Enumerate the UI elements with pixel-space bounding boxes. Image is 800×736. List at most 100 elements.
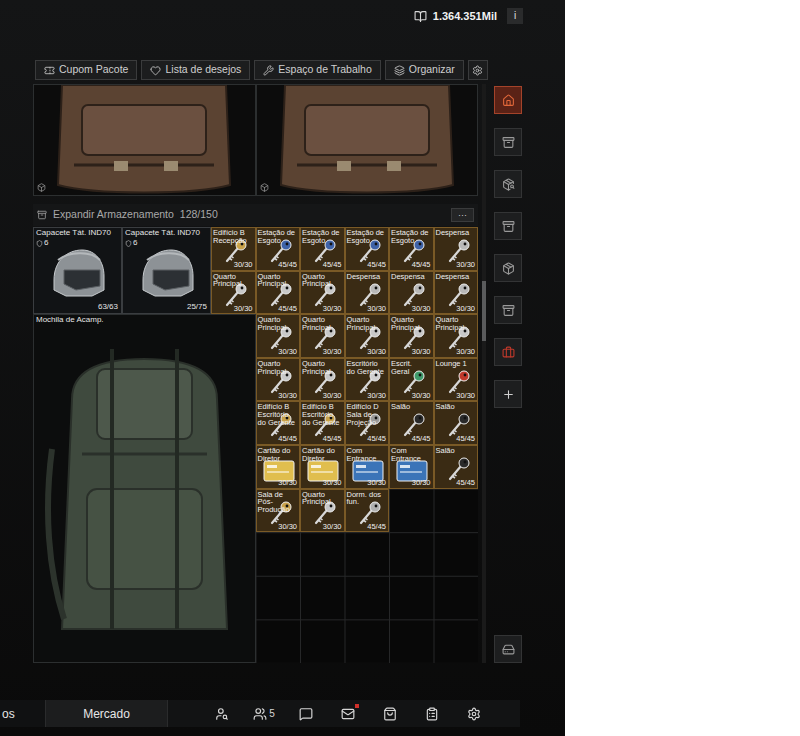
- bottom-icon: [383, 707, 397, 721]
- bottom-icon-button[interactable]: [460, 703, 488, 725]
- stash-column: Expandir Armazenamento128/150···Capacete…: [33, 84, 478, 663]
- sidebar-item[interactable]: [494, 296, 522, 324]
- helmet-item[interactable]: Capacete Tát. IND70625/75: [122, 227, 211, 314]
- toolbar-icon: [263, 65, 274, 76]
- bottom-icon: [341, 707, 355, 721]
- shield-icon: [125, 240, 132, 247]
- info-button[interactable]: i: [507, 8, 523, 24]
- helmet-icon: [46, 246, 110, 304]
- key-item[interactable]: Escrit. Geral30/30: [389, 358, 434, 402]
- key-item[interactable]: Lounge 130/30: [434, 358, 479, 402]
- sidebar-item[interactable]: [494, 212, 522, 240]
- sidebar-item[interactable]: [494, 380, 522, 408]
- sidebar-icon: [502, 346, 515, 359]
- currency-amount: 1.364.351Mil: [433, 8, 497, 25]
- key-item[interactable]: Quarto Principal30/30: [300, 271, 345, 315]
- key-item[interactable]: Quarto Principal30/30: [389, 314, 434, 358]
- key-item[interactable]: Quarto Principal30/30: [345, 314, 390, 358]
- bottom-icon-button[interactable]: [334, 703, 362, 725]
- toolbar-button[interactable]: Cupom Pacote: [35, 60, 137, 80]
- shield-icon: [36, 240, 43, 247]
- key-item[interactable]: Edifício B Recepção30/30: [211, 227, 256, 271]
- sidebar-item[interactable]: [494, 170, 522, 198]
- key-item[interactable]: Despensa30/30: [389, 271, 434, 315]
- scrollbar[interactable]: [482, 84, 486, 663]
- sidebar-item[interactable]: [494, 86, 522, 114]
- sidebar-item[interactable]: [494, 635, 522, 663]
- backpack-icon: [54, 85, 234, 196]
- key-item[interactable]: Quarto Principal30/30: [300, 489, 345, 533]
- inventory-panel: 1.364.351Mil i Cupom PacoteLista de desejo…: [0, 0, 565, 736]
- storage-icon: [37, 210, 47, 220]
- equipped-backpack[interactable]: [33, 84, 256, 196]
- sidebar: [494, 84, 522, 663]
- helmet-item[interactable]: Capacete Tát. IND70663/63: [33, 227, 122, 314]
- sidebar-item[interactable]: [494, 254, 522, 282]
- bottom-tab[interactable]: os: [0, 700, 46, 727]
- key-item[interactable]: Edifício D Sala de Projeção45/45: [345, 401, 390, 445]
- keycard-item[interactable]: Cartão do Diretor30/30: [300, 445, 345, 489]
- container-icon: [260, 183, 269, 192]
- key-item[interactable]: Salão45/45: [434, 401, 479, 445]
- key-item[interactable]: Quarto Principal30/30: [300, 358, 345, 402]
- key-item[interactable]: Quarto Principal30/30: [434, 314, 479, 358]
- sidebar-icon: [502, 136, 515, 149]
- bottom-icon: [215, 707, 229, 721]
- backpack-icon: [277, 85, 457, 196]
- sidebar-icon: [502, 178, 515, 191]
- bottom-icon-button[interactable]: [418, 703, 446, 725]
- bottom-icon: [253, 707, 267, 721]
- scrollbar-thumb[interactable]: [482, 281, 486, 341]
- keycard-item[interactable]: Cartão do Diretor30/30: [256, 445, 301, 489]
- backpack-item[interactable]: Mochila de Acamp.: [33, 314, 256, 663]
- equipped-backpack[interactable]: [256, 84, 479, 196]
- settings-button[interactable]: [468, 60, 488, 80]
- backpack-icon: [42, 339, 247, 639]
- toolbar-button[interactable]: Lista de desejos: [141, 60, 250, 80]
- bottom-icon-button[interactable]: [292, 703, 320, 725]
- sidebar-icon: [502, 643, 515, 656]
- key-item[interactable]: Despensa30/30: [434, 227, 479, 271]
- toolbar-icon: [150, 65, 161, 76]
- key-item[interactable]: Edifício B Escritório do Gerente45/45: [256, 401, 301, 445]
- storage-menu-button[interactable]: ···: [451, 208, 474, 222]
- key-item[interactable]: Estação de Esgoto45/45: [300, 227, 345, 271]
- key-item[interactable]: Edifício B Escritório do Gerente45/45: [300, 401, 345, 445]
- toolbar-icon: [394, 65, 405, 76]
- key-item[interactable]: Estação de Esgoto45/45: [256, 227, 301, 271]
- key-item[interactable]: Quarto Principal30/30: [300, 314, 345, 358]
- sidebar-icon: [502, 220, 515, 233]
- key-item[interactable]: Salão45/45: [389, 401, 434, 445]
- key-item[interactable]: Quarto Principal30/30: [256, 358, 301, 402]
- currency-icon: [414, 10, 427, 23]
- key-item[interactable]: Sala de Pós-Produção30/30: [256, 489, 301, 533]
- bottom-tab[interactable]: Mercado: [46, 700, 168, 727]
- bottom-icon-button[interactable]: 5: [250, 703, 278, 725]
- storage-header: Expandir Armazenamento128/150···: [33, 204, 478, 226]
- sidebar-icon: [502, 388, 515, 401]
- key-item[interactable]: Quarto Principal30/30: [211, 271, 256, 315]
- armor-level: 6: [125, 239, 137, 247]
- key-item[interactable]: Quarto Principal30/30: [256, 314, 301, 358]
- equipped-row: [33, 84, 478, 196]
- keycard-item[interactable]: Com Entrance30/30: [389, 445, 434, 489]
- top-bar: 1.364.351Mil i: [0, 0, 565, 32]
- toolbar-button[interactable]: Organizar: [385, 60, 464, 80]
- key-item[interactable]: Salão45/45: [434, 445, 479, 489]
- sidebar-item[interactable]: [494, 128, 522, 156]
- toolbar: Cupom PacoteLista de desejosEspaço de Tr…: [35, 60, 565, 80]
- key-item[interactable]: Dorm. dos fun.45/45: [345, 489, 390, 533]
- key-item[interactable]: Despensa30/30: [345, 271, 390, 315]
- sidebar-icon: [502, 262, 515, 275]
- key-item[interactable]: Estação de Esgoto45/45: [389, 227, 434, 271]
- sidebar-item[interactable]: [494, 338, 522, 366]
- key-item[interactable]: Escritório do Gerente30/30: [345, 358, 390, 402]
- keycard-item[interactable]: Com Entrance30/30: [345, 445, 390, 489]
- key-item[interactable]: Despensa30/30: [434, 271, 479, 315]
- key-item[interactable]: Quarto Principal45/45: [256, 271, 301, 315]
- bottom-icon-button[interactable]: [376, 703, 404, 725]
- key-item[interactable]: Estação de Esgoto45/45: [345, 227, 390, 271]
- toolbar-button[interactable]: Espaço de Trabalho: [254, 60, 380, 80]
- bottom-icon-button[interactable]: [208, 703, 236, 725]
- bottom-icons: 5: [208, 703, 488, 725]
